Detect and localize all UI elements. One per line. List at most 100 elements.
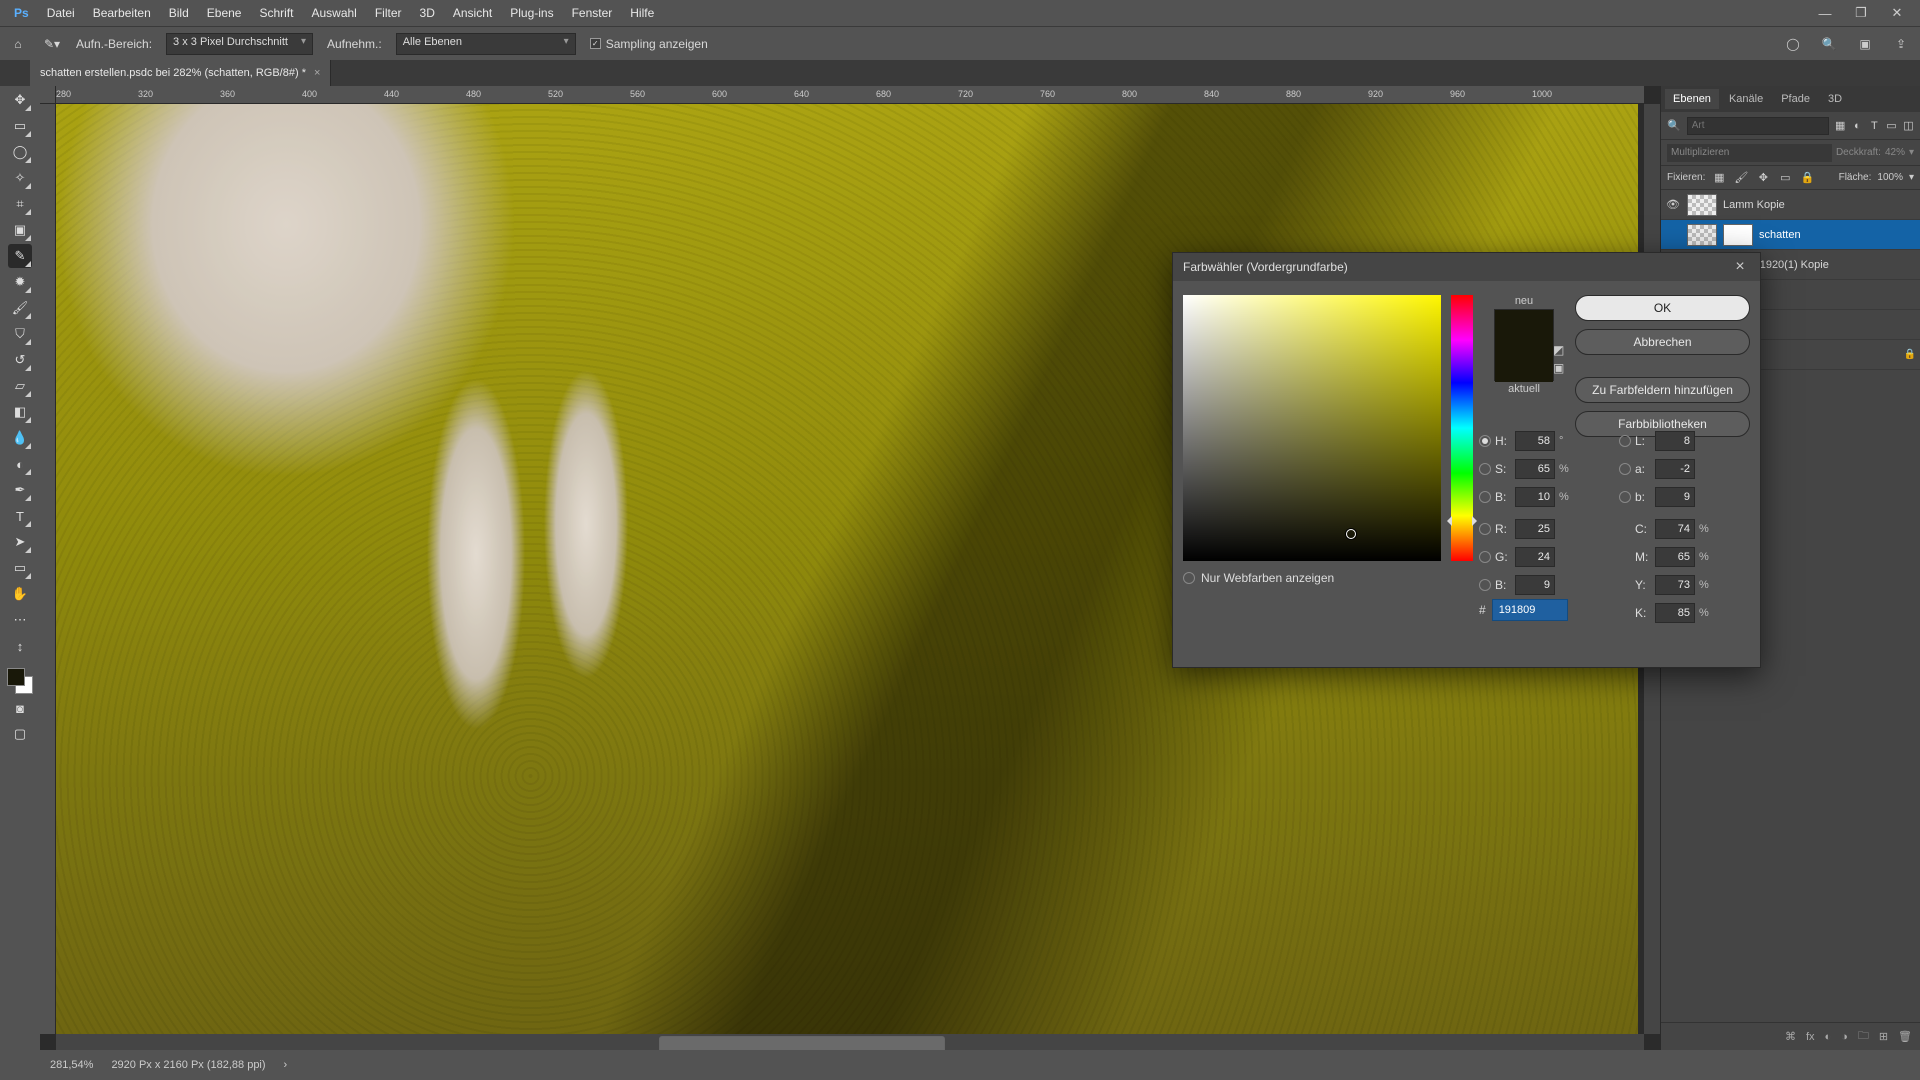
lock-transparency-icon[interactable]: ▦: [1711, 170, 1727, 186]
new-color-swatch[interactable]: [1495, 310, 1553, 346]
move-tool[interactable]: ✥: [8, 88, 32, 112]
input-h[interactable]: [1515, 431, 1555, 451]
input-a[interactable]: [1655, 459, 1695, 479]
window-minimize-icon[interactable]: —: [1808, 2, 1842, 24]
webonly-checkbox[interactable]: Nur Webfarben anzeigen: [1183, 571, 1334, 585]
color-cursor[interactable]: [1346, 529, 1356, 539]
menu-filter[interactable]: Filter: [367, 2, 410, 24]
menu-bearbeiten[interactable]: Bearbeiten: [85, 2, 159, 24]
workspace-icon[interactable]: ▣: [1854, 33, 1876, 55]
gradient-tool[interactable]: ◧: [8, 400, 32, 424]
vertical-ruler[interactable]: [40, 104, 56, 1034]
type-tool[interactable]: T: [8, 504, 32, 528]
radio-a[interactable]: [1619, 463, 1631, 475]
home-icon[interactable]: ⌂: [8, 34, 28, 54]
search-icon[interactable]: 🔍: [1818, 33, 1840, 55]
hue-slider[interactable]: [1451, 295, 1473, 561]
visibility-icon[interactable]: 👁: [1665, 198, 1681, 211]
layer-name[interactable]: schatten: [1759, 229, 1916, 241]
input-lab-b[interactable]: [1655, 487, 1695, 507]
tool-preset-icon[interactable]: ✎▾: [42, 34, 62, 54]
menu-3d[interactable]: 3D: [412, 2, 443, 24]
filter-type-icon[interactable]: T: [1869, 118, 1880, 134]
lock-nesting-icon[interactable]: ▭: [1777, 170, 1793, 186]
ok-button[interactable]: OK: [1575, 295, 1750, 321]
quick-select-tool[interactable]: ✧: [8, 166, 32, 190]
menu-bild[interactable]: Bild: [161, 2, 197, 24]
heal-tool[interactable]: ✹: [8, 270, 32, 294]
sample-size-select[interactable]: 3 x 3 Pixel Durchschnitt: [166, 33, 313, 55]
input-s[interactable]: [1515, 459, 1555, 479]
layer-filter-input[interactable]: [1687, 117, 1829, 135]
fx-icon[interactable]: fx: [1806, 1031, 1815, 1043]
menu-fenster[interactable]: Fenster: [564, 2, 621, 24]
history-brush-tool[interactable]: ↺: [8, 348, 32, 372]
filter-adjust-icon[interactable]: ◐: [1852, 118, 1863, 134]
filter-smart-icon[interactable]: ◫: [1903, 118, 1914, 134]
tab-close-icon[interactable]: ×: [314, 67, 320, 79]
crop-tool[interactable]: ⌗: [8, 192, 32, 216]
show-sampling-checkbox[interactable]: ✓ Sampling anzeigen: [590, 37, 708, 51]
input-g[interactable]: [1515, 547, 1555, 567]
warning-cube-icon[interactable]: ◩: [1553, 343, 1564, 357]
dialog-close-icon[interactable]: ×: [1730, 258, 1750, 276]
lock-all-icon[interactable]: 🔒: [1799, 170, 1815, 186]
input-r[interactable]: [1515, 519, 1555, 539]
input-m[interactable]: [1655, 547, 1695, 567]
blur-tool[interactable]: 💧: [8, 426, 32, 450]
sample-layers-select[interactable]: Alle Ebenen: [396, 33, 576, 55]
fill-chevron-icon[interactable]: ▾: [1909, 172, 1914, 183]
quickmask-icon[interactable]: ◙: [8, 696, 32, 720]
layer-thumbnail[interactable]: [1687, 224, 1717, 246]
link-layers-icon[interactable]: ⌘: [1785, 1030, 1796, 1043]
menu-schrift[interactable]: Schrift: [251, 2, 301, 24]
layer-row[interactable]: 👁 Lamm Kopie: [1661, 190, 1920, 220]
menu-plugins[interactable]: Plug-ins: [502, 2, 561, 24]
menu-auswahl[interactable]: Auswahl: [303, 2, 364, 24]
radio-r[interactable]: [1479, 523, 1491, 535]
delete-icon[interactable]: 🗑: [1898, 1030, 1912, 1043]
document-tab[interactable]: schatten erstellen.psdc bei 282% (schatt…: [30, 60, 331, 86]
input-l[interactable]: [1655, 431, 1695, 451]
cancel-button[interactable]: Abbrechen: [1575, 329, 1750, 355]
tab-3d[interactable]: 3D: [1820, 89, 1850, 109]
input-bb[interactable]: [1515, 575, 1555, 595]
layer-row[interactable]: schatten: [1661, 220, 1920, 250]
add-swatch-button[interactable]: Zu Farbfeldern hinzufügen: [1575, 377, 1750, 403]
tab-pfade[interactable]: Pfade: [1773, 89, 1818, 109]
pen-tool[interactable]: ✒: [8, 478, 32, 502]
blend-mode-select[interactable]: Multiplizieren: [1667, 144, 1832, 162]
input-c[interactable]: [1655, 519, 1695, 539]
new-layer-icon[interactable]: ⊞: [1879, 1030, 1888, 1043]
foreground-swatch[interactable]: [7, 668, 25, 686]
radio-l[interactable]: [1619, 435, 1631, 447]
dodge-tool[interactable]: ◐: [8, 452, 32, 476]
marquee-tool[interactable]: ▭: [8, 114, 32, 138]
share-icon[interactable]: ⇪: [1890, 33, 1912, 55]
stamp-tool[interactable]: ⛉: [8, 322, 32, 346]
lock-pixels-icon[interactable]: 🖌: [1733, 170, 1749, 186]
scrollbar-thumb[interactable]: [659, 1036, 945, 1050]
window-close-icon[interactable]: ✕: [1880, 2, 1914, 24]
filter-pixel-icon[interactable]: ▦: [1835, 118, 1846, 134]
radio-lab-b[interactable]: [1619, 491, 1631, 503]
radio-h[interactable]: [1479, 435, 1491, 447]
menu-ansicht[interactable]: Ansicht: [445, 2, 500, 24]
zoom-level[interactable]: 281,54%: [50, 1059, 93, 1071]
saturation-value-field[interactable]: [1183, 295, 1441, 561]
current-color-swatch[interactable]: [1495, 346, 1553, 382]
filter-shape-icon[interactable]: ▭: [1886, 118, 1897, 134]
eraser-tool[interactable]: ▱: [8, 374, 32, 398]
lasso-tool[interactable]: ◯: [8, 140, 32, 164]
hand-tool[interactable]: ✋: [8, 582, 32, 606]
horizontal-scrollbar[interactable]: [56, 1034, 1644, 1050]
fill-value[interactable]: 100%: [1877, 172, 1903, 183]
tab-ebenen[interactable]: Ebenen: [1665, 89, 1719, 109]
tab-kanaele[interactable]: Kanäle: [1721, 89, 1771, 109]
more-tools[interactable]: ⋯: [8, 608, 32, 632]
edit-toolbar[interactable]: ↕: [8, 634, 32, 658]
hex-input[interactable]: [1492, 599, 1568, 621]
layer-mask-thumbnail[interactable]: [1723, 224, 1753, 246]
menu-hilfe[interactable]: Hilfe: [622, 2, 662, 24]
input-bv[interactable]: [1515, 487, 1555, 507]
